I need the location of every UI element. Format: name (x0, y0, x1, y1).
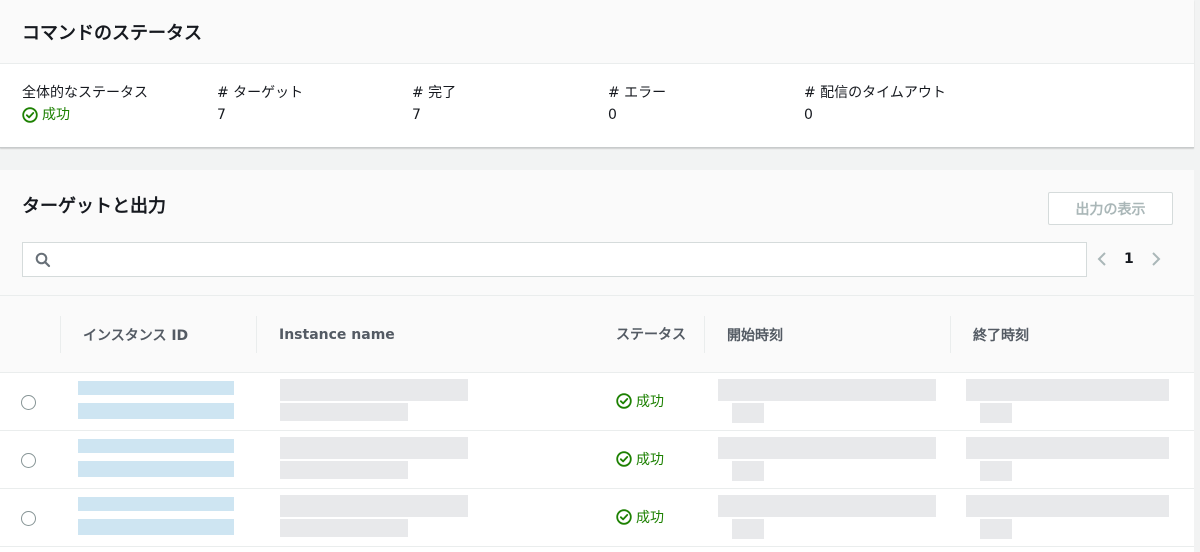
column-status-label: ステータス (616, 326, 686, 343)
chevron-right-icon[interactable] (1148, 248, 1164, 270)
column-end-time[interactable]: 終了時刻 (950, 316, 1194, 353)
targets-header: ターゲットと出力 出力の表示 1 (0, 170, 1194, 296)
redacted-instance-id (78, 519, 234, 535)
targets-count: # ターゲット 7 (217, 82, 303, 126)
row-status-text: 成功 (636, 394, 664, 410)
command-status-title: コマンドのステータス (22, 22, 202, 44)
redacted-instance-id (78, 403, 234, 419)
timeout-count-label: # 配信のタイムアウト (804, 85, 946, 101)
redacted-instance-id (78, 381, 234, 395)
row-status-text: 成功 (636, 510, 664, 526)
overall-status-label: 全体的なステータス (22, 85, 148, 101)
row-status: 成功 (616, 507, 664, 527)
redacted-instance-name (280, 519, 408, 537)
overall-status-value: 成功 (22, 104, 70, 126)
completed-count-label: # 完了 (412, 85, 457, 101)
search-input[interactable] (63, 243, 1086, 276)
timeout-count: # 配信のタイムアウト 0 (804, 82, 946, 126)
command-status-header: コマンドのステータス (0, 0, 1194, 64)
errors-count-value: 0 (608, 107, 617, 123)
redacted-instance-name (280, 437, 468, 459)
redacted-end-time (966, 379, 1169, 401)
redacted-start-time (718, 495, 936, 517)
redacted-instance-id (78, 461, 234, 477)
redacted-instance-id (78, 497, 234, 511)
overall-status: 全体的なステータス 成功 (22, 82, 148, 130)
success-icon (616, 451, 632, 467)
table-row[interactable]: 成功 (0, 431, 1194, 489)
redacted-end-time (966, 437, 1169, 459)
search-icon (23, 252, 63, 268)
redacted-end-time (980, 403, 1012, 423)
status-summary: 全体的なステータス 成功 # ターゲット 7 # 完了 7 # エラー 0 # … (0, 64, 1194, 147)
row-status: 成功 (616, 449, 664, 469)
redacted-end-time (966, 495, 1169, 517)
column-instance-name[interactable]: Instance name (256, 316, 594, 353)
table-row[interactable]: 成功 (0, 489, 1194, 547)
row-select-radio[interactable] (21, 511, 36, 526)
redacted-instance-id (78, 439, 234, 453)
row-status: 成功 (616, 391, 664, 411)
redacted-start-time (732, 403, 764, 423)
row-select-radio[interactable] (21, 395, 36, 410)
redacted-end-time (980, 519, 1012, 539)
redacted-start-time (718, 437, 936, 459)
completed-count: # 完了 7 (412, 82, 456, 126)
timeout-count-value: 0 (804, 107, 813, 123)
search-bar[interactable] (22, 242, 1087, 277)
redacted-start-time (718, 379, 936, 401)
errors-count-label: # エラー (608, 85, 667, 101)
targets-title: ターゲットと出力 (22, 196, 166, 217)
targets-count-label: # ターゲット (217, 85, 304, 101)
column-instance-id[interactable]: インスタンス ID (60, 316, 256, 353)
table-row[interactable]: 成功 (0, 373, 1194, 431)
success-icon (616, 393, 632, 409)
table-header: インスタンス ID Instance name ステータス 開始時刻 終了時刻 (0, 296, 1194, 373)
redacted-start-time (732, 461, 764, 481)
targets-output-panel: ターゲットと出力 出力の表示 1 インスタンス ID Instance name… (0, 170, 1194, 552)
column-status[interactable]: ステータス (594, 296, 704, 373)
targets-count-value: 7 (217, 107, 226, 123)
completed-count-value: 7 (412, 107, 421, 123)
chevron-left-icon[interactable] (1094, 248, 1110, 270)
redacted-instance-name (280, 461, 408, 479)
redacted-instance-name (280, 379, 468, 401)
redacted-end-time (980, 461, 1012, 481)
redacted-instance-name (280, 403, 408, 421)
success-icon (22, 107, 38, 123)
pagination: 1 (1094, 248, 1164, 270)
command-status-panel: コマンドのステータス 全体的なステータス 成功 # ターゲット 7 # 完了 7… (0, 0, 1194, 148)
page-number[interactable]: 1 (1124, 251, 1134, 267)
row-status-text: 成功 (636, 452, 664, 468)
redacted-start-time (732, 519, 764, 539)
row-select-radio[interactable] (21, 453, 36, 468)
view-output-button[interactable]: 出力の表示 (1048, 192, 1173, 225)
column-start-time[interactable]: 開始時刻 (704, 316, 950, 353)
redacted-instance-name (280, 495, 468, 517)
overall-status-text: 成功 (42, 107, 70, 123)
errors-count: # エラー 0 (608, 82, 666, 126)
success-icon (616, 509, 632, 525)
